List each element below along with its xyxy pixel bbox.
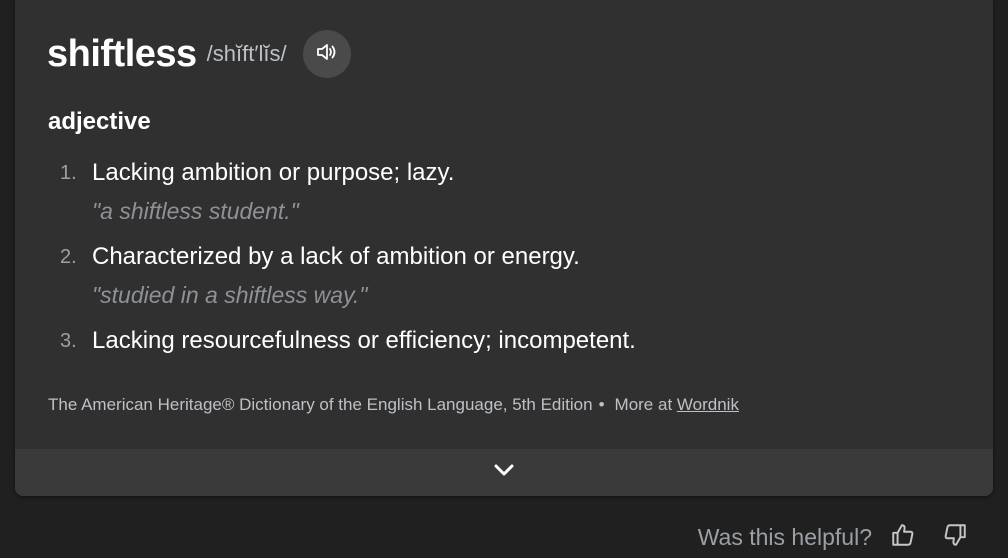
headword-row: shiftless /shĭft′lĭs/: [47, 30, 351, 78]
dictionary-source: The American Heritage® Dictionary of the…: [48, 395, 739, 415]
expand-definitions-button[interactable]: [15, 449, 993, 496]
more-at-label: More at: [614, 395, 673, 414]
source-separator: •: [598, 395, 605, 414]
definition-number: 1.: [60, 162, 77, 184]
definition-example: "a shiftless student.": [92, 198, 299, 224]
definition-example: "studied in a shiftless way.": [92, 282, 368, 308]
chevron-down-icon: [493, 463, 515, 482]
definition-item: 3. Lacking resourcefulness or efficiency…: [48, 324, 948, 358]
thumbs-up-button[interactable]: [888, 522, 918, 552]
thumbs-up-icon: [890, 522, 916, 553]
definition-number: 3.: [60, 330, 77, 352]
part-of-speech: adjective: [48, 108, 151, 135]
definition-number: 2.: [60, 246, 77, 268]
headword: shiftless: [47, 33, 197, 75]
dictionary-card: shiftless /shĭft′lĭs/ adjective 1. Lacki…: [15, 0, 993, 496]
definition-list: 1. Lacking ambition or purpose; lazy. "a…: [48, 156, 948, 358]
feedback-label: Was this helpful?: [697, 523, 872, 550]
thumbs-down-button[interactable]: [940, 522, 970, 552]
definition-text: Characterized by a lack of ambition or e…: [92, 243, 580, 270]
definition-item: 2. Characterized by a lack of ambition o…: [48, 240, 948, 312]
thumbs-down-icon: [942, 522, 968, 553]
wordnik-link[interactable]: Wordnik: [677, 395, 739, 414]
definition-text: Lacking resourcefulness or efficiency; i…: [92, 327, 636, 354]
definition-text: Lacking ambition or purpose; lazy.: [92, 159, 455, 186]
source-dictionary-name: The American Heritage® Dictionary of the…: [48, 395, 593, 414]
pronunciation: /shĭft′lĭs/: [206, 41, 287, 66]
feedback-row: Was this helpful?: [698, 519, 970, 555]
speaker-icon: [315, 40, 339, 69]
pronunciation-audio-button[interactable]: [302, 30, 351, 78]
definition-item: 1. Lacking ambition or purpose; lazy. "a…: [48, 156, 948, 228]
